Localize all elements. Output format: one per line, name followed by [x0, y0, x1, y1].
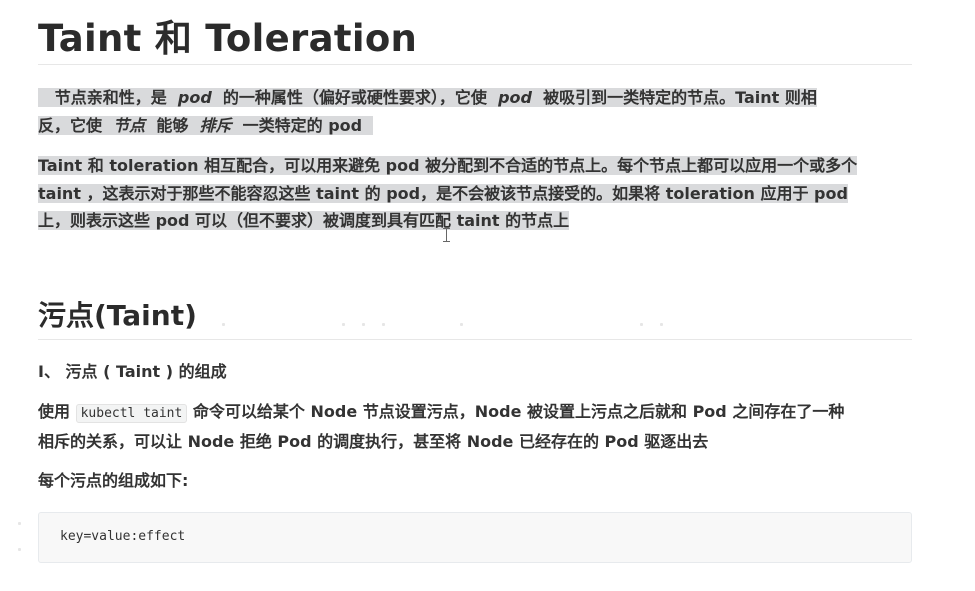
decor-dot	[222, 323, 225, 326]
code-block-text: key=value:effect	[60, 529, 186, 544]
decor-dot	[382, 323, 385, 326]
subheading-taint-composition: Ⅰ、 污点 ( Taint ) 的组成	[38, 362, 227, 381]
decor-dot	[460, 323, 463, 326]
intro-line-1: 节点亲和性，是 pod 的一种属性（偏好或硬性要求），它使 pod 被吸引到一类…	[38, 84, 912, 112]
inline-code-kubectl-taint: kubectl taint	[75, 404, 188, 423]
page-title: Taint 和 Toleration	[38, 17, 418, 60]
code-block: key=value:effect	[38, 512, 912, 563]
para2-line-2: taint ，这表示对于那些不能容忍这些 taint 的 pod，是不会被该节点…	[38, 183, 848, 203]
taint-toleration-paragraph: Taint 和 toleration 相互配合，可以用来避免 pod 被分配到不…	[38, 152, 912, 235]
decor-dot	[18, 522, 21, 525]
kubectl-paragraph: 使用 kubectl taint 命令可以给某个 Node 节点设置污点，Nod…	[38, 398, 912, 455]
decor-dot	[342, 323, 345, 326]
para2-line-3: 上，则表示这些 pod 可以（但不要求）被调度到具有匹配 taint 的节点上	[38, 211, 570, 230]
decor-dot	[18, 548, 21, 551]
decor-dot	[362, 323, 365, 326]
section-divider	[38, 339, 912, 340]
section-heading-taint: 污点(Taint)	[38, 299, 197, 332]
intro-paragraph: 节点亲和性，是 pod 的一种属性（偏好或硬性要求），它使 pod 被吸引到一类…	[38, 84, 912, 139]
kubectl-line-2: 相斥的关系，可以让 Node 拒绝 Pod 的调度执行，甚至将 Node 已经存…	[38, 431, 709, 451]
composition-label: 每个污点的组成如下:	[38, 471, 189, 490]
intro-line-2: 反，它使 节点 能够 排斥 一类特定的 pod	[38, 112, 912, 140]
text-cursor-icon	[443, 228, 450, 242]
kubectl-line-1: 使用 kubectl taint 命令可以给某个 Node 节点设置污点，Nod…	[38, 402, 845, 423]
title-divider	[38, 64, 912, 65]
decor-dot	[660, 323, 663, 326]
decor-dot	[640, 323, 643, 326]
para2-line-1: Taint 和 toleration 相互配合，可以用来避免 pod 被分配到不…	[38, 156, 858, 175]
